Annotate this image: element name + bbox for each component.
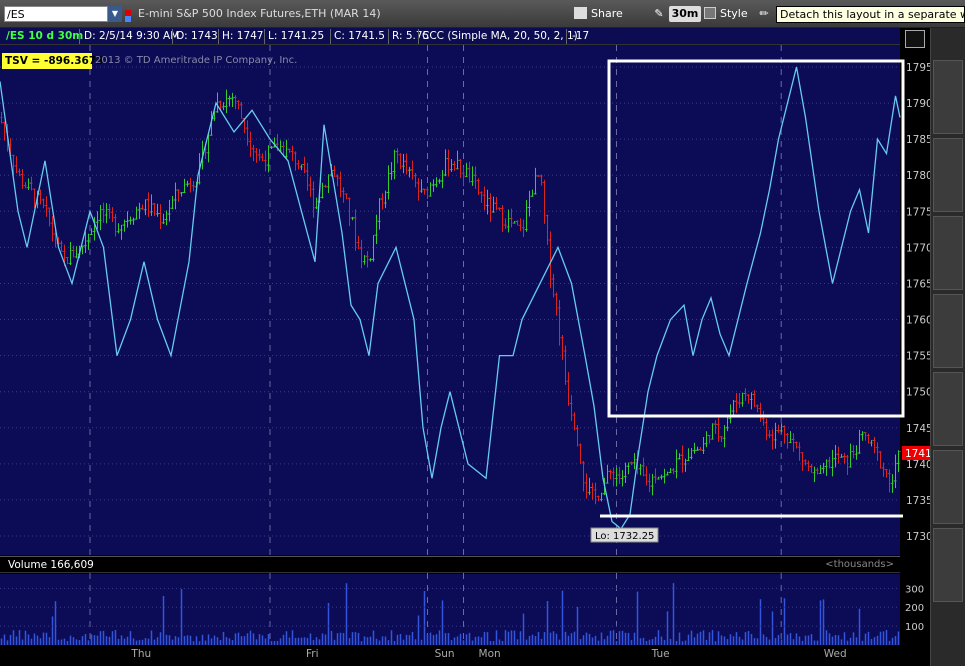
info-high: H: 1747	[222, 30, 264, 42]
time-label-0: Thu	[130, 648, 151, 660]
volume-units: <thousands>	[825, 559, 894, 570]
copyright-text: 2013 © TD Ameritrade IP Company, Inc.	[95, 55, 298, 66]
style-icon	[704, 7, 716, 19]
price-tick-5: 1770	[906, 242, 933, 254]
sidebar-tab-3[interactable]	[933, 216, 963, 290]
sidebar-tab-7[interactable]	[933, 528, 963, 602]
link-blue-icon[interactable]	[125, 16, 131, 22]
sidebar-tab-1[interactable]	[933, 60, 963, 134]
price-tick-13: 1730	[906, 531, 933, 543]
info-close: C: 1741.5	[334, 30, 385, 42]
sidebar-tab-6[interactable]	[933, 450, 963, 524]
drawing-tools-icon[interactable]: ✎	[650, 5, 668, 23]
volume-background	[0, 574, 900, 645]
price-tick-8: 1755	[906, 351, 933, 363]
low-label: Lo: 1732.25	[595, 531, 654, 542]
volume-label: Volume 166,609	[8, 559, 94, 571]
price-tick-10: 1745	[906, 423, 933, 435]
volume-tick-1: 200	[905, 603, 924, 614]
share-button[interactable]: Share	[574, 5, 626, 23]
price-tick-0: 1795	[906, 62, 933, 74]
time-label-1: Fri	[306, 648, 319, 660]
symbol-period: /ES 10 d 30m	[6, 30, 84, 42]
chart-tool-icon[interactable]	[905, 30, 925, 48]
share-label: Share	[591, 7, 623, 20]
info-date: D: 2/5/14 9:30 AM	[84, 30, 180, 42]
price-tick-3: 1780	[906, 170, 933, 182]
volume-tick-0: 300	[905, 584, 924, 595]
price-tick-4: 1775	[906, 206, 933, 218]
time-label-3: Mon	[479, 648, 501, 660]
top-toolbar: /ES ▼ E-mini S&P 500 Index Futures,ETH (…	[0, 0, 965, 28]
sidebar-tab-5[interactable]	[933, 372, 963, 446]
chart-info-bar: /ES 10 d 30m D: 2/5/14 9:30 AM O: 1743 H…	[0, 28, 900, 45]
sidebar-tab-2[interactable]	[933, 138, 963, 212]
sidebar-tab-4[interactable]	[933, 294, 963, 368]
detach-tooltip: Detach this layout in a separate windo	[776, 6, 965, 23]
tsv-label: TSV = -896.3673	[2, 53, 103, 69]
style-button[interactable]: Style	[704, 5, 750, 23]
info-low: L: 1741.25	[268, 30, 325, 42]
price-tick-12: 1735	[906, 495, 933, 507]
price-tick-6: 1765	[906, 278, 933, 290]
info-study: CCC (Simple MA, 20, 50, 2, 1)	[422, 30, 578, 42]
time-label-5: Wed	[824, 648, 847, 660]
volume-header: Volume 166,609 <thousands>	[0, 556, 900, 573]
time-axis: Thu Fri Sun Mon Tue Wed	[130, 648, 846, 660]
style-label: Style	[720, 7, 748, 20]
price-tick-7: 1760	[906, 315, 933, 327]
share-icon	[574, 7, 587, 19]
symbol-input[interactable]: /ES	[4, 6, 108, 22]
info-study-value: -17	[572, 30, 590, 42]
pencil-icon[interactable]: ✏	[754, 5, 774, 23]
timeframe-button[interactable]: 30m	[669, 6, 701, 22]
time-label-4: Tue	[651, 648, 670, 660]
price-tick-1: 1790	[906, 98, 933, 110]
price-tick-11: 1740	[906, 459, 933, 471]
price-tick-2: 1785	[906, 134, 933, 146]
chart-labels: Lo: 1732.25	[590, 527, 659, 543]
info-open: O: 1743	[176, 30, 218, 42]
symbol-description: E-mini S&P 500 Index Futures,ETH (MAR 14…	[138, 7, 381, 20]
volume-tick-2: 100	[905, 622, 924, 633]
price-tick-9: 1750	[906, 387, 933, 399]
symbol-dropdown-icon[interactable]: ▼	[108, 6, 122, 22]
time-label-2: Sun	[435, 648, 455, 660]
